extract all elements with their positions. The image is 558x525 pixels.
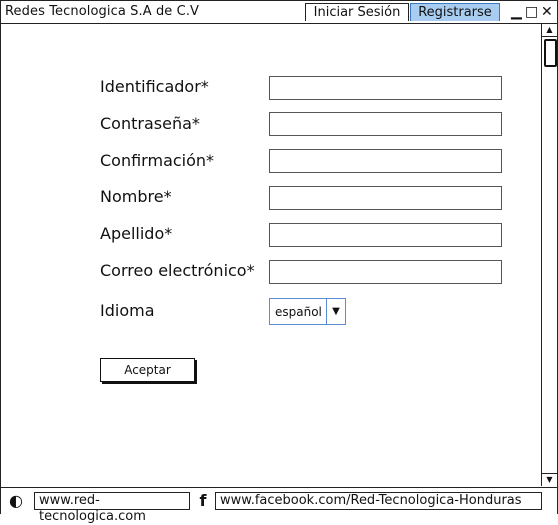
label-nombre: Nombre* (100, 187, 172, 206)
contrasena-input[interactable] (269, 112, 502, 136)
app-window: Redes Tecnologica S.A de C.V Iniciar Ses… (0, 0, 558, 524)
tab-label: Iniciar Sesión (313, 5, 401, 20)
confirmacion-input[interactable] (269, 149, 502, 173)
label-identificador: Identificador* (100, 77, 209, 96)
minimize-icon[interactable]: ▁ (511, 4, 522, 20)
browser-icon: ◐ (9, 491, 23, 510)
scroll-thumb[interactable] (544, 39, 557, 67)
facebook-icon: f (199, 491, 207, 510)
chevron-down-icon[interactable]: ▼ (326, 299, 345, 324)
label-contrasena: Contraseña* (100, 114, 200, 133)
facebook-link-text: www.facebook.com/Red-Tecnologica-Hondura… (220, 493, 522, 508)
tab-iniciar-sesion[interactable]: Iniciar Sesión (305, 3, 409, 21)
maximize-icon[interactable]: □ (525, 4, 538, 20)
close-icon[interactable]: ✕ (541, 4, 553, 20)
identificador-input[interactable] (269, 76, 502, 100)
scroll-down-icon[interactable]: ▼ (542, 473, 557, 486)
label-correo: Correo electrónico* (100, 261, 255, 280)
title-bar: Redes Tecnologica S.A de C.V Iniciar Ses… (1, 1, 557, 24)
label-idioma: Idioma (100, 301, 155, 320)
idioma-select[interactable]: español ▼ (269, 298, 346, 325)
tab-label: Registrarse (418, 5, 492, 20)
site-link[interactable]: www.red-tecnologica.com (34, 492, 190, 524)
vertical-scrollbar[interactable]: ▲ ▼ (541, 24, 557, 486)
aceptar-label: Aceptar (124, 363, 171, 377)
footer-bar: ◐ www.red-tecnologica.com f www.facebook… (1, 487, 557, 524)
scroll-up-icon[interactable]: ▲ (542, 24, 557, 37)
apellido-input[interactable] (269, 223, 502, 247)
aceptar-button[interactable]: Aceptar (100, 358, 195, 382)
correo-input[interactable] (269, 260, 502, 284)
facebook-link[interactable]: www.facebook.com/Red-Tecnologica-Hondura… (215, 492, 542, 510)
label-apellido: Apellido* (100, 224, 173, 243)
tab-registrarse[interactable]: Registrarse (410, 3, 500, 21)
app-title: Redes Tecnologica S.A de C.V (5, 4, 200, 19)
idioma-value: español (275, 305, 322, 319)
label-confirmacion: Confirmación* (100, 151, 215, 170)
nombre-input[interactable] (269, 186, 502, 210)
site-link-text: www.red-tecnologica.com (39, 493, 146, 524)
